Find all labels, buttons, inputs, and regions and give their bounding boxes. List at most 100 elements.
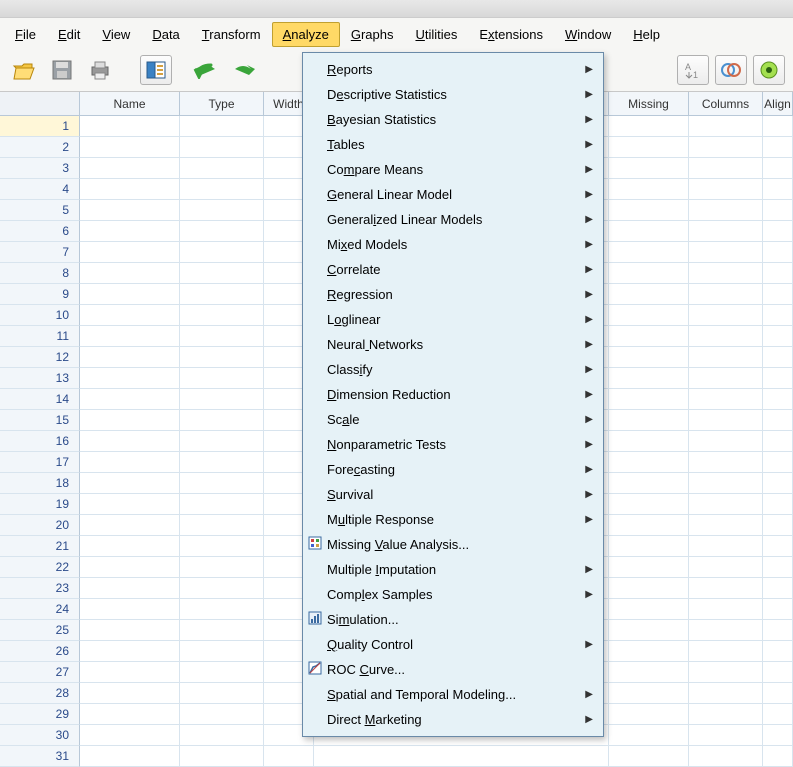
cell[interactable] xyxy=(180,746,264,767)
cell[interactable] xyxy=(763,200,793,221)
cell[interactable] xyxy=(180,158,264,179)
menu-data[interactable]: Data xyxy=(141,22,190,47)
menu-item-generalized-linear-models[interactable]: Generalized Linear Models▶ xyxy=(303,207,603,232)
save-button[interactable] xyxy=(46,55,78,85)
cell[interactable] xyxy=(763,746,793,767)
cell[interactable] xyxy=(689,305,763,326)
cell[interactable] xyxy=(180,200,264,221)
cell[interactable] xyxy=(80,410,180,431)
menu-item-complex-samples[interactable]: Complex Samples▶ xyxy=(303,582,603,607)
cell[interactable] xyxy=(689,578,763,599)
cell[interactable] xyxy=(80,347,180,368)
cell[interactable] xyxy=(689,389,763,410)
add-button[interactable] xyxy=(753,55,785,85)
row-header[interactable]: 19 xyxy=(0,494,80,515)
cell[interactable] xyxy=(609,389,689,410)
menu-graphs[interactable]: Graphs xyxy=(340,22,405,47)
cell[interactable] xyxy=(180,599,264,620)
cell[interactable] xyxy=(80,704,180,725)
menu-view[interactable]: View xyxy=(91,22,141,47)
menu-item-spatial-and-temporal-modeling[interactable]: Spatial and Temporal Modeling...▶ xyxy=(303,682,603,707)
cell[interactable] xyxy=(80,578,180,599)
row-header[interactable]: 22 xyxy=(0,557,80,578)
cell[interactable] xyxy=(180,641,264,662)
row-header[interactable]: 20 xyxy=(0,515,80,536)
cell[interactable] xyxy=(689,116,763,137)
cell[interactable] xyxy=(763,137,793,158)
cell[interactable] xyxy=(180,725,264,746)
menu-item-quality-control[interactable]: Quality Control▶ xyxy=(303,632,603,657)
row-header[interactable]: 29 xyxy=(0,704,80,725)
cell[interactable] xyxy=(763,347,793,368)
cell[interactable] xyxy=(180,536,264,557)
cell[interactable] xyxy=(689,326,763,347)
cell[interactable] xyxy=(180,116,264,137)
cell[interactable] xyxy=(314,746,609,767)
cell[interactable] xyxy=(609,242,689,263)
row-header[interactable]: 6 xyxy=(0,221,80,242)
cell[interactable] xyxy=(689,704,763,725)
cell[interactable] xyxy=(180,389,264,410)
cell[interactable] xyxy=(609,557,689,578)
row-header[interactable]: 2 xyxy=(0,137,80,158)
cell[interactable] xyxy=(80,725,180,746)
row-header[interactable]: 1 xyxy=(0,116,80,137)
cell[interactable] xyxy=(689,347,763,368)
row-header[interactable]: 5 xyxy=(0,200,80,221)
cell[interactable] xyxy=(763,515,793,536)
cell[interactable] xyxy=(80,557,180,578)
cell[interactable] xyxy=(609,536,689,557)
cell[interactable] xyxy=(80,305,180,326)
menu-item-tables[interactable]: Tables▶ xyxy=(303,132,603,157)
cell[interactable] xyxy=(763,305,793,326)
cell[interactable] xyxy=(689,641,763,662)
menu-item-regression[interactable]: Regression▶ xyxy=(303,282,603,307)
cell[interactable] xyxy=(609,158,689,179)
cell[interactable] xyxy=(689,263,763,284)
cell[interactable] xyxy=(180,410,264,431)
menu-item-loglinear[interactable]: Loglinear▶ xyxy=(303,307,603,332)
menu-item-multiple-imputation[interactable]: Multiple Imputation▶ xyxy=(303,557,603,582)
menu-item-forecasting[interactable]: Forecasting▶ xyxy=(303,457,603,482)
menu-item-neural-networks[interactable]: Neural Networks▶ xyxy=(303,332,603,357)
open-button[interactable] xyxy=(8,55,40,85)
cell[interactable] xyxy=(689,158,763,179)
row-header[interactable]: 13 xyxy=(0,368,80,389)
menu-edit[interactable]: Edit xyxy=(47,22,91,47)
cell[interactable] xyxy=(80,242,180,263)
cell[interactable] xyxy=(763,473,793,494)
cell[interactable] xyxy=(609,599,689,620)
menu-item-mixed-models[interactable]: Mixed Models▶ xyxy=(303,232,603,257)
cell[interactable] xyxy=(609,284,689,305)
row-header[interactable]: 8 xyxy=(0,263,80,284)
undo-button[interactable] xyxy=(190,55,222,85)
col-align[interactable]: Align xyxy=(763,92,793,115)
cell[interactable] xyxy=(609,452,689,473)
cell[interactable] xyxy=(763,683,793,704)
row-header[interactable]: 3 xyxy=(0,158,80,179)
cell[interactable] xyxy=(609,683,689,704)
menu-item-nonparametric-tests[interactable]: Nonparametric Tests▶ xyxy=(303,432,603,457)
menu-analyze[interactable]: Analyze xyxy=(272,22,340,47)
cell[interactable] xyxy=(763,620,793,641)
col-type[interactable]: Type xyxy=(180,92,264,115)
cell[interactable] xyxy=(80,263,180,284)
cell[interactable] xyxy=(80,452,180,473)
cell[interactable] xyxy=(689,494,763,515)
cell[interactable] xyxy=(180,326,264,347)
cell[interactable] xyxy=(609,179,689,200)
cell[interactable] xyxy=(180,431,264,452)
cell[interactable] xyxy=(80,431,180,452)
cell[interactable] xyxy=(763,641,793,662)
cell[interactable] xyxy=(763,410,793,431)
menu-item-scale[interactable]: Scale▶ xyxy=(303,407,603,432)
menu-item-descriptive-statistics[interactable]: Descriptive Statistics▶ xyxy=(303,82,603,107)
menu-item-roc-curve[interactable]: ROC Curve... xyxy=(303,657,603,682)
cell[interactable] xyxy=(609,725,689,746)
cell[interactable] xyxy=(689,620,763,641)
cell[interactable] xyxy=(763,536,793,557)
cell[interactable] xyxy=(689,431,763,452)
cell[interactable] xyxy=(689,599,763,620)
row-header[interactable]: 18 xyxy=(0,473,80,494)
cell[interactable] xyxy=(689,683,763,704)
